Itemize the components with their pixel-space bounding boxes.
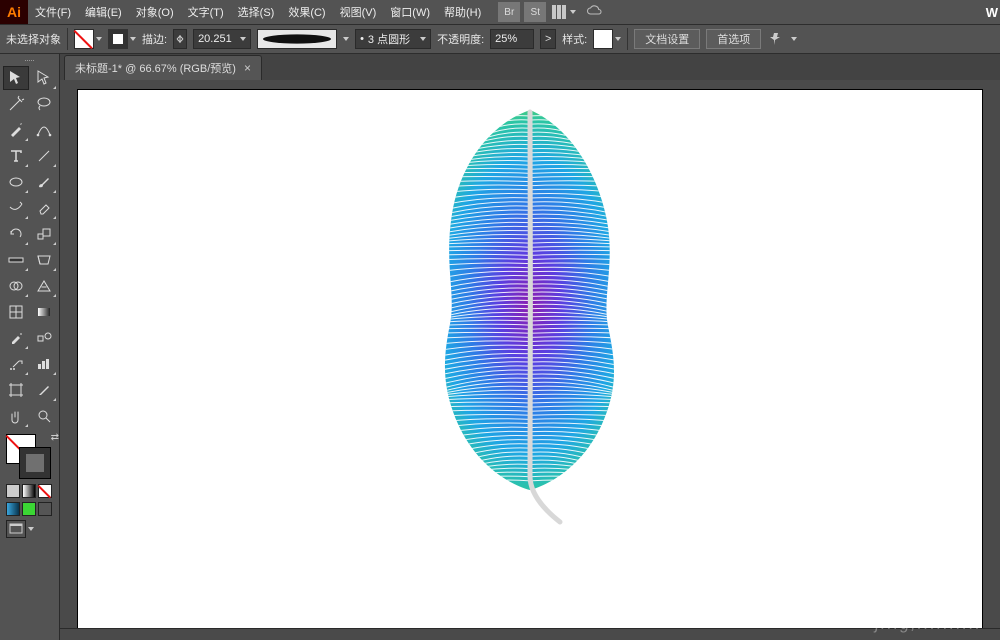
ellipse-tool[interactable] xyxy=(3,170,29,194)
curvature-tool[interactable] xyxy=(31,118,57,142)
lasso-tool[interactable] xyxy=(31,92,57,116)
color-mode-none[interactable] xyxy=(38,484,52,498)
screen-mode-row xyxy=(0,518,59,540)
menu-bar: Ai 文件(F) 编辑(E) 对象(O) 文字(T) 选择(S) 效果(C) 视… xyxy=(0,0,1000,24)
fill-stroke-control[interactable]: ⇄ xyxy=(6,434,54,478)
magic-wand-tool[interactable] xyxy=(3,92,29,116)
tools-panel: ⇄ xyxy=(0,54,60,640)
opacity-field[interactable] xyxy=(491,33,533,45)
style-label: 样式: xyxy=(562,31,587,47)
selection-status: 未选择对象 xyxy=(6,31,61,47)
app-logo: Ai xyxy=(0,0,28,24)
width-tool[interactable] xyxy=(3,248,29,272)
stroke-decrease[interactable] xyxy=(173,29,187,49)
artboard[interactable] xyxy=(78,90,982,628)
stroke-box[interactable] xyxy=(20,448,50,478)
stroke-label: 描边: xyxy=(142,31,167,47)
paintbrush-tool[interactable] xyxy=(31,170,57,194)
graphic-style-swatch[interactable] xyxy=(593,29,621,49)
watermark-text: j...g,.......... xyxy=(875,616,982,634)
symbol-sprayer-tool[interactable] xyxy=(3,352,29,376)
horizontal-scrollbar[interactable] xyxy=(60,628,1000,640)
menu-edit[interactable]: 编辑(E) xyxy=(78,1,129,23)
screen-mode-button[interactable] xyxy=(6,520,26,538)
workspace-label[interactable]: W xyxy=(986,5,998,20)
menu-effect[interactable]: 效果(C) xyxy=(281,1,332,23)
menu-help[interactable]: 帮助(H) xyxy=(437,1,488,23)
pencil-tool[interactable] xyxy=(3,196,29,220)
document-setup-button[interactable]: 文档设置 xyxy=(634,29,700,49)
document-tab[interactable]: 未标题-1* @ 66.67% (RGB/预览) × xyxy=(64,55,262,80)
selection-tool[interactable] xyxy=(3,66,29,90)
shape-builder-tool[interactable] xyxy=(3,274,29,298)
menu-type[interactable]: 文字(T) xyxy=(181,1,231,23)
panel-grip-icon[interactable] xyxy=(0,56,59,64)
bridge-icon[interactable]: Br xyxy=(498,2,520,22)
draw-mode-row xyxy=(0,500,59,518)
menu-file[interactable]: 文件(F) xyxy=(28,1,78,23)
hand-tool[interactable] xyxy=(3,404,29,428)
opacity-input[interactable] xyxy=(490,29,534,49)
opacity-arrow[interactable]: > xyxy=(540,29,556,49)
swap-fill-stroke-icon[interactable]: ⇄ xyxy=(51,432,59,443)
brush-dropdown-arrow[interactable] xyxy=(343,37,349,41)
color-mode-solid[interactable] xyxy=(6,484,20,498)
workspace: ⇄ 未标题-1* @ 66.67% (RGB/预览) × xyxy=(0,54,1000,640)
control-bar: 未选择对象 描边: • 3 点圆形 不透明度: > 样式: 文档设置 首选项 xyxy=(0,24,1000,54)
stroke-swatch[interactable] xyxy=(108,29,136,49)
direct-selection-tool[interactable] xyxy=(31,66,57,90)
zoom-tool[interactable] xyxy=(31,404,57,428)
menu-view[interactable]: 视图(V) xyxy=(333,1,384,23)
stock-icon[interactable]: St xyxy=(524,2,546,22)
screen-mode-dropdown[interactable] xyxy=(28,527,34,531)
preferences-button[interactable]: 首选项 xyxy=(706,29,761,49)
pin-dropdown-arrow[interactable] xyxy=(791,37,797,41)
menu-select[interactable]: 选择(S) xyxy=(231,1,282,23)
draw-normal[interactable] xyxy=(6,502,20,516)
color-mode-row xyxy=(0,482,59,500)
column-graph-tool[interactable] xyxy=(31,352,57,376)
pin-icon[interactable] xyxy=(767,30,785,48)
blend-tool[interactable] xyxy=(31,326,57,350)
draw-inside[interactable] xyxy=(38,502,52,516)
mesh-tool[interactable] xyxy=(3,300,29,324)
close-tab-icon[interactable]: × xyxy=(244,61,251,75)
menu-window[interactable]: 窗口(W) xyxy=(383,1,437,23)
free-transform-tool[interactable] xyxy=(31,248,57,272)
gradient-tool[interactable] xyxy=(31,300,57,324)
canvas-viewport[interactable] xyxy=(60,80,1000,628)
scale-tool[interactable] xyxy=(31,222,57,246)
artboard-tool[interactable] xyxy=(3,378,29,402)
slice-tool[interactable] xyxy=(31,378,57,402)
color-mode-gradient[interactable] xyxy=(22,484,36,498)
stroke-weight-input[interactable] xyxy=(193,29,251,49)
draw-behind[interactable] xyxy=(22,502,36,516)
fill-swatch[interactable] xyxy=(74,29,102,49)
stroke-weight-field[interactable] xyxy=(194,33,236,45)
eraser-tool[interactable] xyxy=(31,196,57,220)
rotate-tool[interactable] xyxy=(3,222,29,246)
opacity-label: 不透明度: xyxy=(437,31,484,47)
document-tab-title: 未标题-1* @ 66.67% (RGB/预览) xyxy=(75,60,236,76)
sync-settings-icon[interactable] xyxy=(586,4,604,21)
line-tool[interactable] xyxy=(31,144,57,168)
document-tabs: 未标题-1* @ 66.67% (RGB/预览) × xyxy=(60,54,1000,80)
arrange-documents-icon[interactable] xyxy=(552,3,582,21)
menu-object[interactable]: 对象(O) xyxy=(129,1,181,23)
perspective-grid-tool[interactable] xyxy=(31,274,57,298)
artwork-feather[interactable] xyxy=(400,104,660,534)
pen-tool[interactable] xyxy=(3,118,29,142)
eyedropper-tool[interactable] xyxy=(3,326,29,350)
brush-definition-dropdown[interactable] xyxy=(257,29,337,49)
document-area: 未标题-1* @ 66.67% (RGB/预览) × xyxy=(60,54,1000,640)
type-tool[interactable] xyxy=(3,144,29,168)
variable-width-profile[interactable]: • 3 点圆形 xyxy=(355,29,431,49)
